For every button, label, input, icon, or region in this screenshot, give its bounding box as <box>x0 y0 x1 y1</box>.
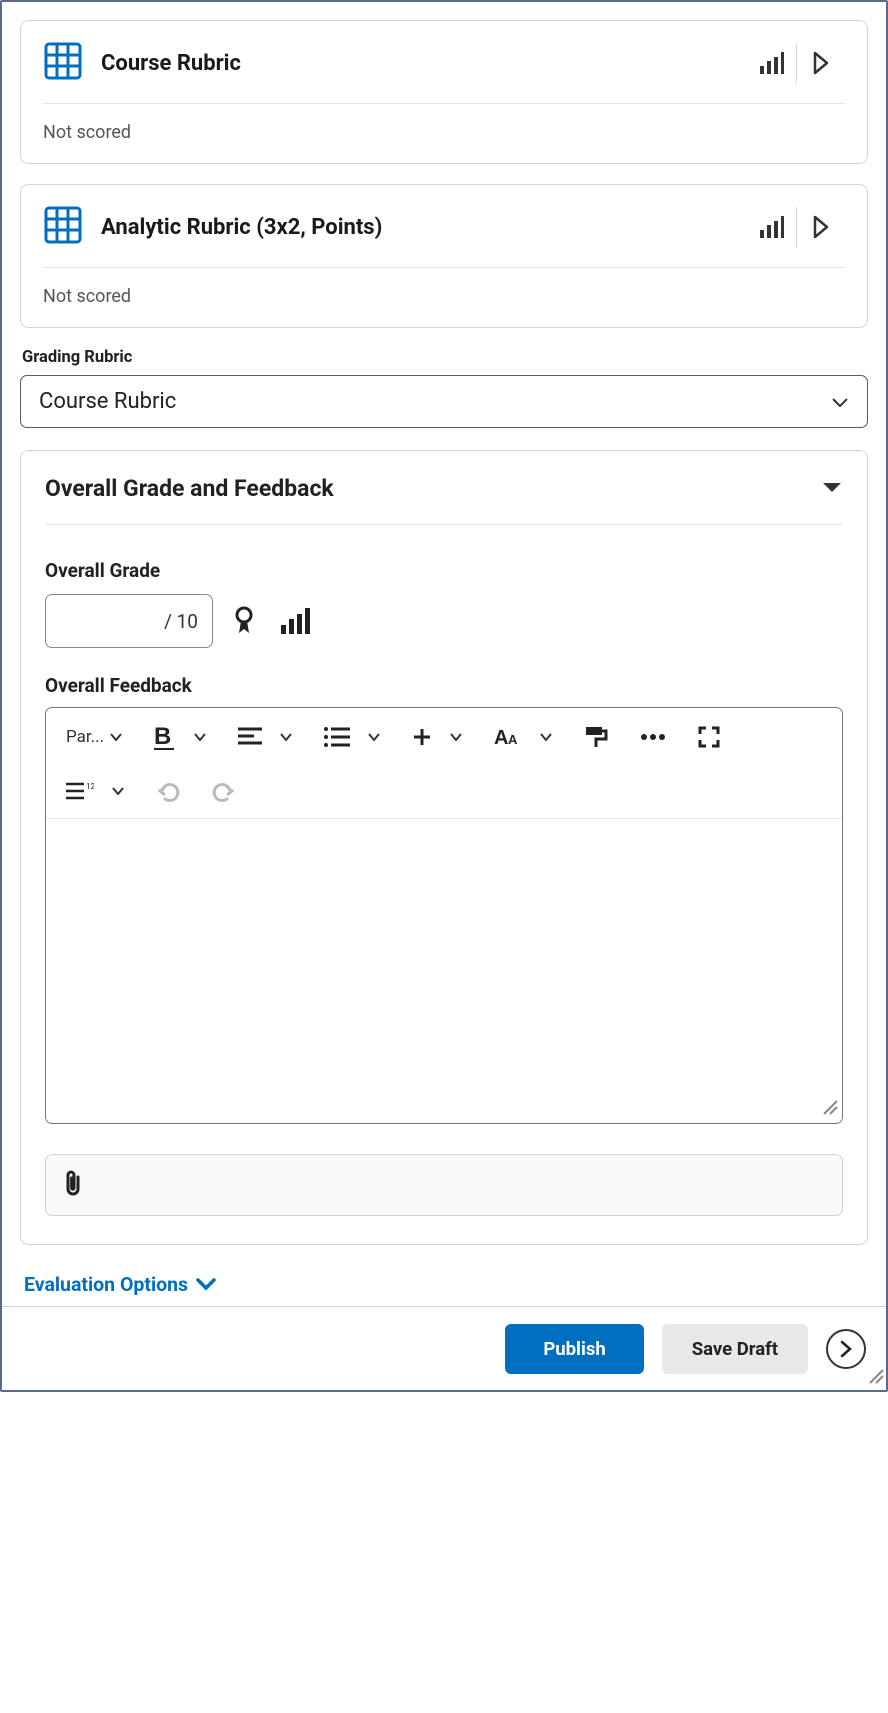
insert-dropdown-icon[interactable] <box>442 718 470 756</box>
svg-text:B: B <box>154 724 171 750</box>
feedback-textarea[interactable] <box>46 819 842 1119</box>
ribbon-icon[interactable] <box>227 599 261 643</box>
attachment-box[interactable] <box>45 1154 843 1216</box>
line-spacing-dropdown-icon[interactable] <box>104 772 132 810</box>
expand-icon[interactable] <box>797 205 845 249</box>
grade-feedback-panel: Overall Grade and Feedback Overall Grade… <box>20 450 868 1245</box>
rubric-status: Not scored <box>43 104 845 143</box>
feedback-editor: Par... B <box>45 707 843 1124</box>
grade-denom: / 10 <box>164 610 198 633</box>
list-dropdown-icon[interactable] <box>360 718 388 756</box>
grade-input-wrap: / 10 <box>45 594 213 648</box>
align-button[interactable] <box>230 718 270 756</box>
font-size-button[interactable]: AA <box>486 718 530 756</box>
rubric-header: Course Rubric <box>43 41 845 104</box>
stats-icon[interactable] <box>748 41 796 85</box>
evaluation-options-toggle[interactable]: Evaluation Options <box>24 1273 868 1296</box>
expand-icon[interactable] <box>797 41 845 85</box>
stats-icon[interactable] <box>275 599 317 643</box>
insert-button[interactable] <box>404 718 440 756</box>
font-size-dropdown-icon[interactable] <box>532 718 560 756</box>
rubric-header: Analytic Rubric (3x2, Points) <box>43 205 845 268</box>
chevron-down-icon <box>196 1273 216 1296</box>
rubric-grid-icon <box>43 205 83 249</box>
rubric-title: Course Rubric <box>101 51 241 76</box>
chevron-down-icon <box>831 389 849 414</box>
overall-feedback-label: Overall Feedback <box>45 674 843 697</box>
next-button[interactable] <box>826 1329 866 1369</box>
svg-text:A: A <box>508 732 518 747</box>
save-draft-button[interactable]: Save Draft <box>662 1324 808 1374</box>
align-dropdown-icon[interactable] <box>272 718 300 756</box>
footer: Publish Save Draft <box>2 1306 886 1390</box>
line-spacing-button[interactable]: 123 <box>58 772 102 810</box>
grading-rubric-selected: Course Rubric <box>39 389 176 414</box>
list-button[interactable] <box>316 718 358 756</box>
svg-text:123: 123 <box>86 782 94 791</box>
rubric-title: Analytic Rubric (3x2, Points) <box>101 215 382 240</box>
stats-icon[interactable] <box>748 205 796 249</box>
format-painter-button[interactable] <box>576 718 616 756</box>
grading-rubric-select[interactable]: Course Rubric <box>20 375 868 428</box>
rubric-card: Analytic Rubric (3x2, Points) <box>20 184 868 328</box>
panel-title: Overall Grade and Feedback <box>45 475 334 502</box>
fullscreen-button[interactable] <box>690 718 728 756</box>
block-format-select[interactable]: Par... <box>58 718 130 756</box>
publish-button[interactable]: Publish <box>505 1324 643 1374</box>
grade-input[interactable] <box>90 610 160 633</box>
block-format-label: Par... <box>66 727 104 747</box>
overall-grade-label: Overall Grade <box>45 559 843 582</box>
evaluation-options-label: Evaluation Options <box>24 1273 188 1296</box>
bold-dropdown-icon[interactable] <box>186 718 214 756</box>
rubric-status: Not scored <box>43 268 845 307</box>
grading-rubric-label: Grading Rubric <box>22 348 868 367</box>
undo-button[interactable] <box>148 772 188 810</box>
redo-button[interactable] <box>204 772 244 810</box>
bold-button[interactable]: B <box>146 718 184 756</box>
rubric-card: Course Rubric No <box>20 20 868 164</box>
svg-text:A: A <box>494 727 508 748</box>
paperclip-icon <box>62 1169 84 1201</box>
resize-handle-icon <box>866 1366 884 1388</box>
more-button[interactable] <box>632 718 674 756</box>
editor-toolbar: Par... B <box>46 708 842 819</box>
collapse-icon[interactable] <box>821 479 843 498</box>
rubric-grid-icon <box>43 41 83 85</box>
